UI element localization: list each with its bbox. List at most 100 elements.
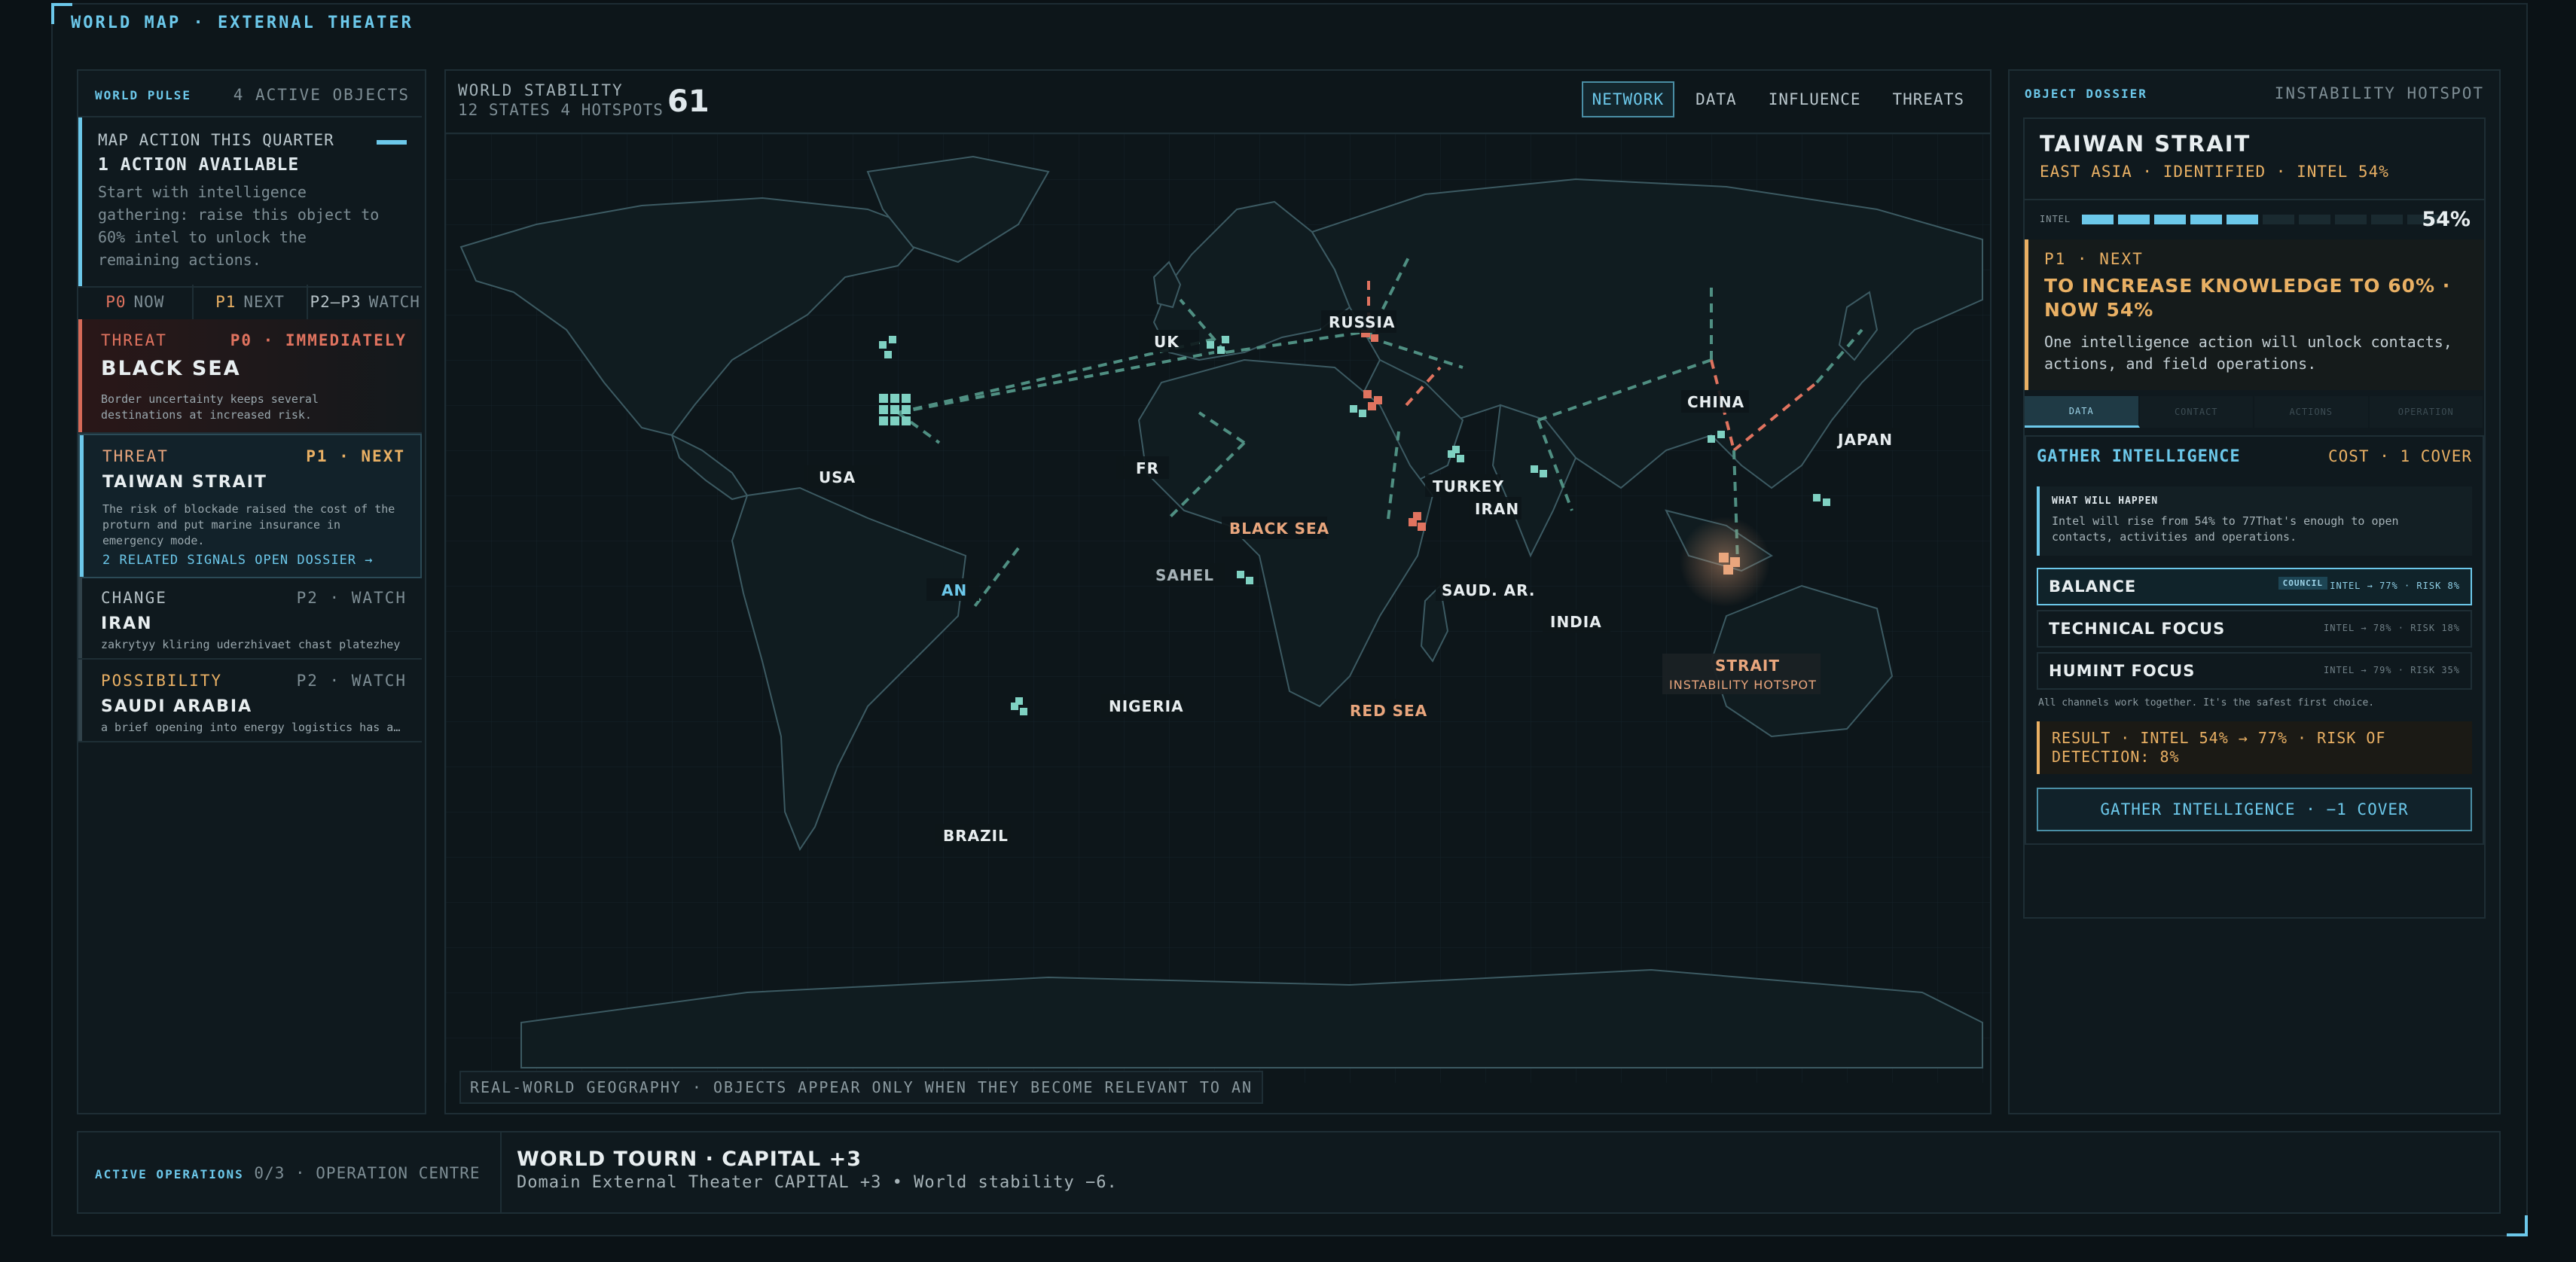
option-balance[interactable]: BALANCE COUNCIL INTEL → 77% · RISK 8% (2037, 568, 2472, 605)
tab-dossier-operation[interactable]: OPERATION (2369, 396, 2484, 428)
world-stability-sub: 12 STATES 4 HOTSPOTS (458, 101, 664, 119)
marker-label-china[interactable]: CHINA (1687, 393, 1744, 411)
marker-label-sahel[interactable]: SAHEL (1155, 566, 1214, 584)
card-priority: P2 · WATCH (296, 672, 407, 690)
card-text: a brief opening into energy logistics ha… (101, 721, 405, 734)
intel-segment (2190, 215, 2222, 224)
marker-label-strait[interactable]: STRAIT (1715, 657, 1780, 675)
intel-segment (2371, 215, 2403, 224)
card-priority: P1 · NEXT (306, 447, 405, 465)
active-objects-count: 4 ACTIVE OBJECTS (233, 86, 410, 104)
marker-label-japan[interactable]: JAPAN (1836, 431, 1893, 449)
intel-segment (2335, 215, 2367, 224)
marker-label-strait-sub: INSTABILITY HOTSPOT (1669, 678, 1817, 692)
gather-intelligence-card: GATHER INTELLIGENCE COST · 1 COVER WHAT … (2025, 435, 2484, 845)
card-title: TAIWAN STRAIT (102, 473, 267, 492)
object-dossier-panel: OBJECT DOSSIER INSTABILITY HOTSPOT TAIWA… (2008, 69, 2501, 1114)
panel-title: OBJECT DOSSIER (2025, 86, 2147, 101)
priority-filters: P0 NOW P1 NEXT P2–P3 WATCH (78, 285, 422, 321)
option-name: BALANCE (2049, 578, 2137, 596)
collapse-icon[interactable] (377, 140, 407, 145)
turn-summary-text: Domain External Theater CAPITAL +3 • Wor… (517, 1173, 1118, 1192)
tab-dossier-actions[interactable]: ACTIONS (2254, 396, 2370, 428)
active-operations-count: 0/3 · OPERATION CENTRE (254, 1164, 481, 1182)
active-operations-label: ACTIVE OPERATIONS 0/3 · OPERATION CENTRE (95, 1164, 481, 1182)
turn-summary-title: WORLD TOURN · CAPITAL +3 (517, 1148, 862, 1171)
map-action-text: Start with intelligence gathering: raise… (98, 183, 380, 269)
tab-dossier-contact[interactable]: CONTACT (2139, 396, 2254, 428)
marker-label-red-sea[interactable]: RED SEA (1350, 702, 1427, 720)
map-view-tabs: NETWORK DATA INFLUENCE THREATS (1581, 81, 1975, 117)
option-name: HUMINT FOCUS (2049, 662, 2196, 680)
option-meta: INTEL → 77% · RISK 8% (2330, 581, 2460, 591)
intel-segment (2299, 215, 2330, 224)
card-priority: P2 · WATCH (296, 589, 407, 607)
marker-label-black-sea[interactable]: BLACK SEA (1229, 520, 1329, 538)
intel-segment (2227, 215, 2258, 224)
intel-segment (2118, 215, 2150, 224)
what-will-happen: WHAT WILL HAPPEN Intel will rise from 54… (2037, 486, 2472, 556)
marker-label-turkey[interactable]: TURKEY (1433, 477, 1504, 495)
marker-label-brazil[interactable]: BRAZIL (943, 827, 1009, 845)
marker-label-uk[interactable]: UK (1154, 333, 1180, 351)
object-cluster-icon[interactable] (879, 394, 911, 425)
marker-label-usa[interactable]: USA (819, 468, 856, 486)
marker-label-an[interactable]: AN (942, 581, 967, 599)
what-will-happen-label: WHAT WILL HAPPEN (2052, 495, 2159, 507)
card-kind: POSSIBILITY (101, 672, 223, 690)
option-meta: INTEL → 79% · RISK 35% (2324, 665, 2460, 675)
card-title: SAUDI ARABIA (101, 697, 253, 716)
tab-dossier-data[interactable]: DATA (2025, 396, 2140, 428)
world-map[interactable]: USA AN UK FR RUSSIA BLACK SEA TURKEY IRA… (446, 134, 1990, 1083)
dossier-body: TAIWAN STRAIT EAST ASIA · IDENTIFIED · I… (2023, 117, 2486, 919)
marker-label-russia[interactable]: RUSSIA (1329, 313, 1395, 331)
map-action-headline: 1 ACTION AVAILABLE (98, 155, 300, 175)
object-card-saudi-arabia[interactable]: POSSIBILITY P2 · WATCH SAUDI ARABIA a bri… (78, 660, 422, 742)
active-operations-bar: ACTIVE OPERATIONS 0/3 · OPERATION CENTRE… (77, 1131, 2501, 1214)
dossier-object-meta: EAST ASIA · IDENTIFIED · INTEL 54% (2040, 163, 2389, 181)
panel-title: WORLD PULSE (95, 87, 191, 102)
card-title: BLACK SEA (101, 357, 241, 380)
open-dossier-link[interactable]: 2 RELATED SIGNALS OPEN DOSSIER → (102, 553, 374, 568)
intel-label: INTEL (2040, 214, 2071, 224)
intel-segment (2263, 215, 2294, 224)
object-card-iran[interactable]: CHANGE P2 · WATCH IRAN zakrytyy kliring u… (78, 577, 422, 660)
option-technical-focus[interactable]: TECHNICAL FOCUS INTEL → 78% · RISK 18% (2037, 610, 2472, 648)
object-card-black-sea[interactable]: THREAT P0 · IMMEDIATELY BLACK SEA Border … (78, 319, 422, 434)
gather-cost: COST · 1 COVER (2327, 447, 2472, 465)
map-action-box: MAP ACTION THIS QUARTER 1 ACTION AVAILAB… (78, 116, 422, 288)
world-pulse-panel: WORLD PULSE 4 ACTIVE OBJECTS MAP ACTION … (77, 69, 426, 1114)
gather-intelligence-button[interactable]: GATHER INTELLIGENCE · −1 COVER (2037, 788, 2472, 831)
tab-influence[interactable]: INFLUENCE (1758, 81, 1872, 117)
filter-p2-p3[interactable]: P2–P3 WATCH (308, 285, 422, 319)
intel-progress-bar (2082, 215, 2439, 224)
next-step-text: One intelligence action will unlock cont… (2044, 333, 2452, 373)
intel-percent: 54% (2422, 208, 2471, 231)
world-stability-value: 61 (667, 84, 710, 119)
marker-label-fr[interactable]: FR (1136, 459, 1159, 477)
marker-label-saud-ar[interactable]: SAUD. AR. (1442, 581, 1536, 599)
filter-p1[interactable]: P1 NEXT (194, 285, 309, 319)
dossier-tabs: DATA CONTACT ACTIONS OPERATION (2025, 396, 2484, 428)
dossier-type: INSTABILITY HOTSPOT (2274, 84, 2484, 102)
card-kind: THREAT (102, 447, 169, 465)
next-step-box: P1 · NEXT TO INCREASE KNOWLEDGE TO 60% ·… (2025, 239, 2484, 390)
marker-label-nigeria[interactable]: NIGERIA (1109, 697, 1184, 715)
card-kind: CHANGE (101, 589, 167, 607)
tab-data[interactable]: DATA (1685, 81, 1747, 117)
card-text: zakrytyy kliring uderzhivaet chast plate… (101, 638, 401, 651)
option-humint-focus[interactable]: HUMINT FOCUS INTEL → 79% · RISK 35% (2037, 652, 2472, 690)
tab-network[interactable]: NETWORK (1581, 81, 1675, 117)
marker-label-iran[interactable]: IRAN (1475, 500, 1519, 518)
marker-label-india[interactable]: INDIA (1550, 613, 1602, 631)
tab-threats[interactable]: THREATS (1882, 81, 1975, 117)
result-text: RESULT · INTEL 54% → 77% · RISK OF DETEC… (2052, 729, 2386, 766)
option-name: TECHNICAL FOCUS (2049, 620, 2226, 638)
app-title: WORLD MAP · EXTERNAL THEATER (71, 14, 414, 32)
map-action-label: MAP ACTION THIS QUARTER (98, 131, 334, 149)
object-card-taiwan-strait[interactable]: THREAT P1 · NEXT TAIWAN STRAIT The risk o… (78, 434, 422, 578)
card-text: The risk of blockade raised the cost of … (102, 502, 395, 547)
intel-segment (2154, 215, 2186, 224)
filter-p0[interactable]: P0 NOW (78, 285, 194, 319)
card-kind: THREAT (101, 331, 167, 349)
